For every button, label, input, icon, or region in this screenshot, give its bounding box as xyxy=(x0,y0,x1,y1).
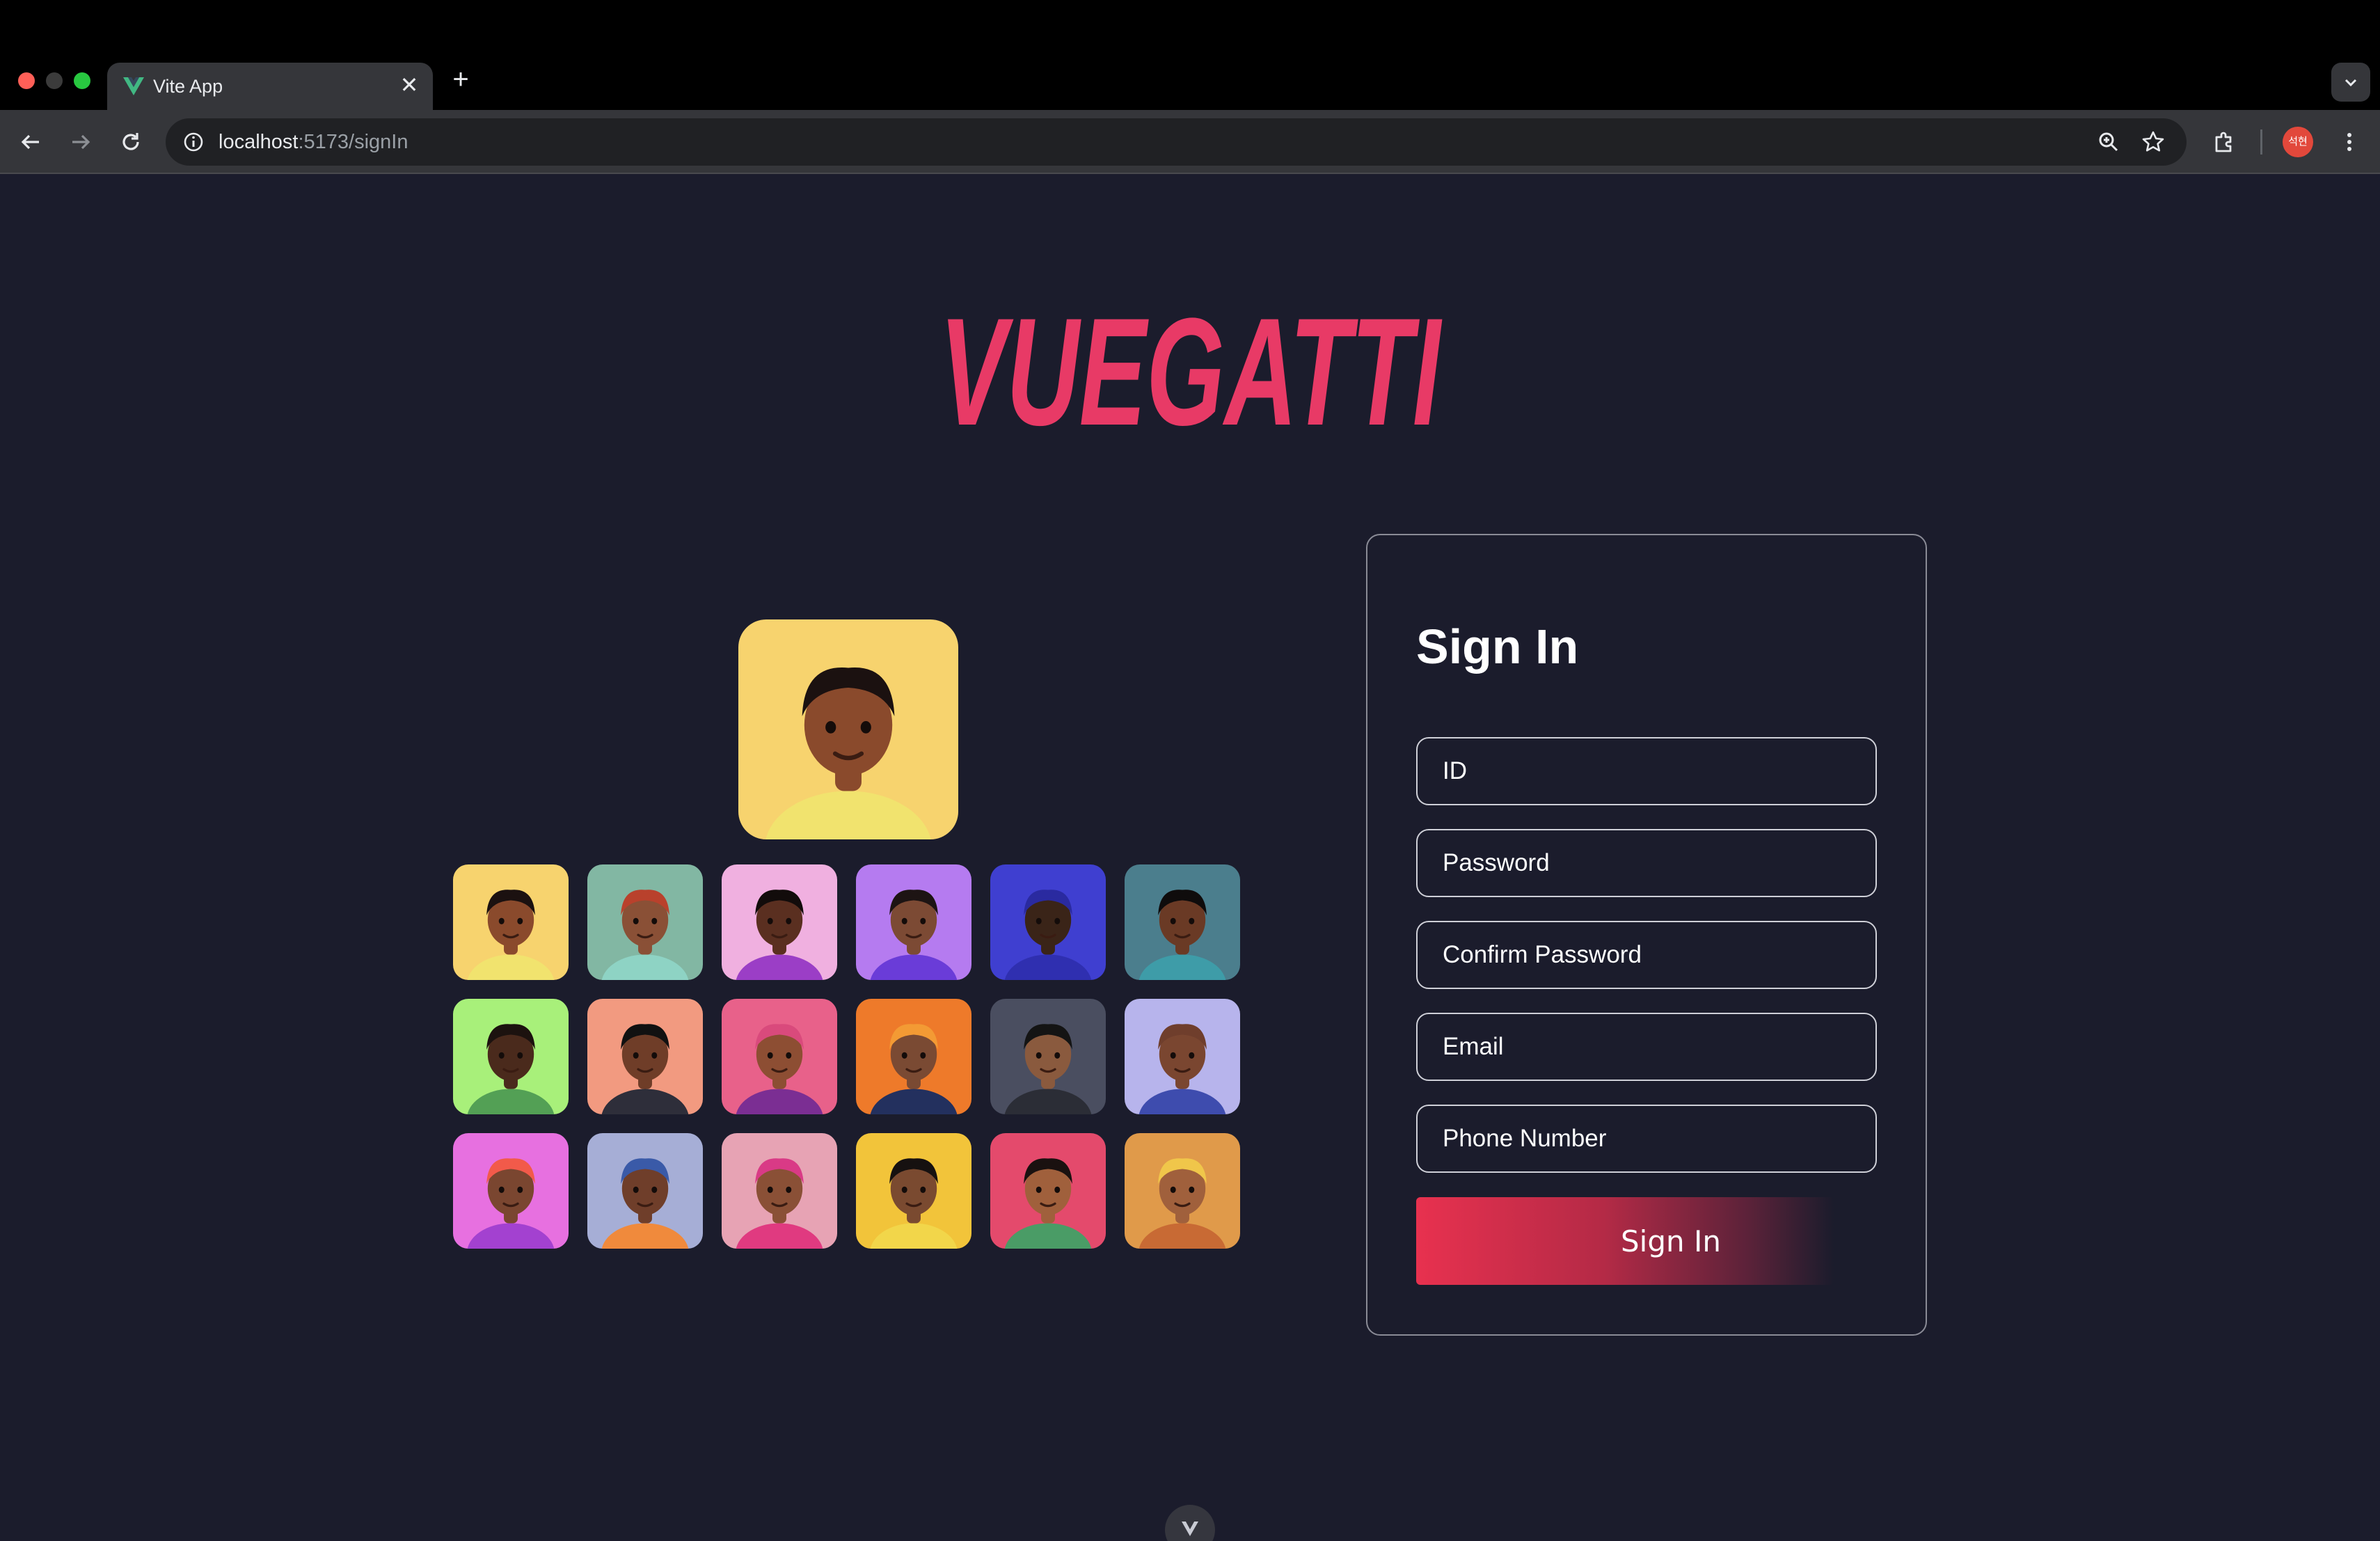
address-bar[interactable]: localhost:5173/signIn xyxy=(166,118,2187,166)
avatar-illustration xyxy=(856,864,971,980)
avatar-illustration xyxy=(856,1133,971,1249)
puzzle-icon xyxy=(2215,132,2232,152)
tab-title: Vite App xyxy=(153,76,223,97)
avatar-option[interactable] xyxy=(990,1133,1106,1249)
avatar-option[interactable] xyxy=(587,864,703,980)
avatar-option[interactable] xyxy=(1125,1133,1240,1249)
email-input[interactable] xyxy=(1416,1013,1877,1081)
avatar-illustration xyxy=(990,999,1106,1114)
avatar-option[interactable] xyxy=(990,864,1106,980)
browser-toolbar: localhost:5173/signIn 석현 xyxy=(0,110,2380,174)
avatar-illustration xyxy=(587,999,703,1114)
vue-logo-icon xyxy=(1182,1522,1198,1536)
sign-in-button[interactable]: Sign In xyxy=(1416,1197,1834,1285)
sign-in-button-label: Sign In xyxy=(1621,1224,1721,1258)
id-input[interactable] xyxy=(1416,737,1877,805)
logo-text: VUEGATTI xyxy=(939,299,1443,445)
browser-tab-bar: Vite App ✕ + xyxy=(0,0,2380,110)
reload-icon xyxy=(122,133,139,150)
chevron-down-icon xyxy=(2345,79,2357,87)
confirm-password-input[interactable] xyxy=(1416,921,1877,989)
avatar-illustration xyxy=(856,999,971,1114)
new-tab-button[interactable]: + xyxy=(445,64,476,95)
window-minimize-button[interactable] xyxy=(46,72,63,89)
more-vertical-icon xyxy=(2347,133,2351,151)
avatar-illustration xyxy=(587,864,703,980)
bookmark-star-icon[interactable] xyxy=(2141,129,2166,155)
browser-tab[interactable]: Vite App ✕ xyxy=(107,63,433,110)
avatar-option[interactable] xyxy=(587,999,703,1114)
avatar-option[interactable] xyxy=(1125,999,1240,1114)
vuegatti-logo: VUEGATTI xyxy=(926,299,1454,445)
url-path: :5173/signIn xyxy=(298,131,408,153)
avatar-option[interactable] xyxy=(722,999,837,1114)
phone-number-input[interactable] xyxy=(1416,1105,1877,1173)
avatar-option[interactable] xyxy=(722,1133,837,1249)
avatar-option[interactable] xyxy=(453,864,569,980)
avatar-picker-grid xyxy=(453,864,1244,1251)
extensions-button[interactable] xyxy=(2207,125,2241,159)
avatar-option[interactable] xyxy=(453,1133,569,1249)
vue-devtools-toggle[interactable] xyxy=(1165,1505,1215,1541)
avatar-illustration xyxy=(453,864,569,980)
avatar-option[interactable] xyxy=(587,1133,703,1249)
avatar-option[interactable] xyxy=(856,864,971,980)
browser-menu-button[interactable] xyxy=(2333,125,2366,159)
url-host: localhost xyxy=(219,131,299,153)
forward-button[interactable] xyxy=(64,125,97,159)
window-zoom-button[interactable] xyxy=(74,72,90,89)
tab-close-icon[interactable]: ✕ xyxy=(397,72,422,97)
avatar-illustration xyxy=(722,864,837,980)
avatar-illustration xyxy=(1125,1133,1240,1249)
arrow-right-icon xyxy=(72,134,90,150)
avatar-option[interactable] xyxy=(1125,864,1240,980)
avatar-illustration xyxy=(990,1133,1106,1249)
selected-avatar-preview xyxy=(738,619,958,839)
back-button[interactable] xyxy=(14,125,47,159)
avatar-option[interactable] xyxy=(856,1133,971,1249)
reload-button[interactable] xyxy=(114,125,148,159)
avatar-illustration xyxy=(1125,999,1240,1114)
avatar-option[interactable] xyxy=(856,999,971,1114)
avatar-illustration xyxy=(453,999,569,1114)
avatar-illustration xyxy=(1125,864,1240,980)
toolbar-divider xyxy=(2260,129,2262,155)
sign-in-title: Sign In xyxy=(1416,619,1579,674)
arrow-left-icon xyxy=(21,134,39,150)
vue-favicon-icon xyxy=(121,74,146,99)
zoom-icon[interactable] xyxy=(2096,129,2121,155)
avatar-option[interactable] xyxy=(722,864,837,980)
password-input[interactable] xyxy=(1416,829,1877,897)
avatar-illustration xyxy=(990,864,1106,980)
avatar-illustration xyxy=(722,1133,837,1249)
avatar-illustration xyxy=(738,619,958,839)
site-info-icon[interactable] xyxy=(181,129,206,155)
avatar-illustration xyxy=(453,1133,569,1249)
window-close-button[interactable] xyxy=(18,72,35,89)
avatar-option[interactable] xyxy=(453,999,569,1114)
avatar-illustration xyxy=(587,1133,703,1249)
tab-search-button[interactable] xyxy=(2331,63,2370,102)
url-text: localhost:5173/signIn xyxy=(219,129,408,155)
avatar-option[interactable] xyxy=(990,999,1106,1114)
profile-avatar[interactable]: 석현 xyxy=(2283,127,2313,157)
sign-in-card: Sign In Sign In xyxy=(1366,534,1927,1336)
avatar-illustration xyxy=(722,999,837,1114)
